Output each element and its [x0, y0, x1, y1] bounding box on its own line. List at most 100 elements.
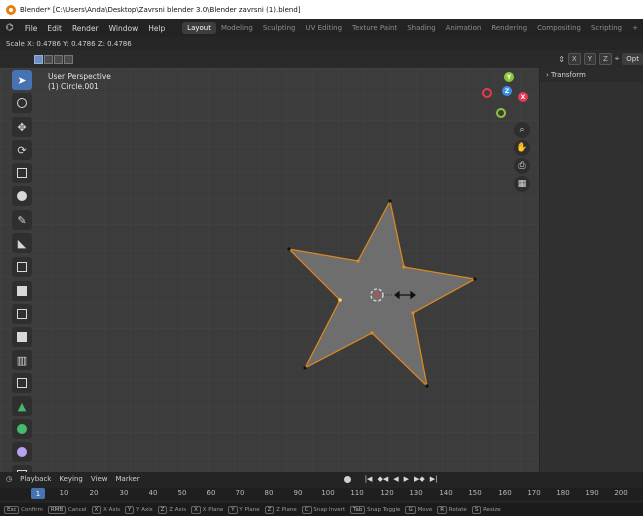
transform-panel-title: Transform — [551, 71, 586, 79]
menu-marker[interactable]: Marker — [115, 475, 139, 483]
status-key: Z — [157, 505, 168, 514]
spin-tool[interactable] — [12, 419, 32, 439]
axis-toggle-y[interactable]: Y — [583, 53, 596, 65]
frame-tick: 70 — [235, 489, 245, 497]
cursor-tool[interactable] — [12, 93, 32, 113]
rotate-tool[interactable]: ⟳ — [12, 140, 32, 160]
tab-layout[interactable]: Layout — [182, 22, 216, 34]
poly-build-tool[interactable]: ▲ — [12, 396, 32, 416]
select-extend-icon[interactable] — [44, 54, 53, 64]
next-keyframe-icon[interactable]: ▶◆ — [414, 475, 425, 483]
menu-playback[interactable]: Playback — [20, 475, 51, 483]
knife-icon — [17, 378, 27, 388]
menu-render[interactable]: Render — [67, 24, 104, 33]
options-button[interactable]: Opt — [622, 53, 643, 65]
inset-tool[interactable] — [12, 304, 32, 324]
cursor-target-icon — [17, 98, 27, 108]
jump-end-icon[interactable]: ▶| — [430, 475, 438, 483]
tab-rendering[interactable]: Rendering — [486, 22, 532, 34]
perspective-grid-icon[interactable]: ▦ — [514, 176, 530, 192]
status-key: Z — [264, 505, 275, 514]
tab-scripting[interactable]: Scripting — [586, 22, 627, 34]
prev-keyframe-icon[interactable]: ◆◀ — [377, 475, 388, 483]
tab-sculpting[interactable]: Sculpting — [258, 22, 301, 34]
select-box-tool[interactable]: ➤ — [12, 70, 32, 90]
status-label: Y Plane — [239, 506, 260, 513]
add-cube-tool[interactable] — [12, 257, 32, 277]
selection-mode-buttons[interactable] — [34, 54, 73, 64]
menu-edit[interactable]: Edit — [42, 24, 67, 33]
status-key: Y — [125, 505, 135, 514]
record-icon[interactable] — [343, 475, 351, 483]
gizmo-neg-x-axis[interactable] — [482, 88, 492, 98]
tab-uv-editing[interactable]: UV Editing — [301, 22, 348, 34]
menu-file[interactable]: File — [20, 24, 43, 33]
transform-panel-header[interactable]: › Transform — [540, 68, 643, 82]
camera-icon[interactable]: ⎙ — [514, 158, 530, 174]
smooth-icon — [17, 447, 27, 457]
move-tool[interactable]: ✥ — [12, 117, 32, 137]
status-item: S Resize — [471, 505, 501, 514]
loop-cut-tool[interactable]: ▥ — [12, 350, 32, 370]
status-item: Tab Snap Toggle — [350, 505, 400, 514]
gizmo-z-axis[interactable]: Z — [502, 86, 512, 96]
blender-menu-icon[interactable]: ⌬ — [4, 22, 16, 34]
jump-start-icon[interactable]: |◀ — [365, 475, 373, 483]
smooth-tool[interactable] — [12, 442, 32, 462]
menu-view[interactable]: View — [91, 475, 108, 483]
shear-tool[interactable] — [12, 465, 32, 472]
axis-toggle-x[interactable]: X — [567, 53, 581, 65]
inset-icon — [17, 309, 27, 319]
menu-keying[interactable]: Keying — [59, 475, 83, 483]
tab-shading[interactable]: Shading — [402, 22, 440, 34]
tab-animation[interactable]: Animation — [441, 22, 487, 34]
frame-tick: 60 — [206, 489, 216, 497]
frame-tick: 170 — [527, 489, 541, 497]
select-new-icon[interactable] — [34, 54, 43, 64]
navigation-gizmo[interactable]: Y Z X — [478, 72, 538, 132]
extrude-tool[interactable] — [12, 281, 32, 301]
gizmo-y-axis[interactable]: Y — [504, 72, 514, 82]
scale-readout-text: Scale X: 0.4786 Y: 0.4786 Z: 0.4786 — [6, 39, 132, 48]
status-item: R Rotate — [437, 505, 467, 514]
scale-icon — [17, 168, 27, 178]
add-workspace-button[interactable]: + — [627, 22, 643, 34]
3d-viewport[interactable]: ➤ ✥ ⟳ ✎ ◣ ▥ ▲ ⌂ User Perspective (1) Cir… — [0, 68, 643, 472]
mirror-icon[interactable]: ⇕ — [558, 55, 565, 64]
measure-tool[interactable]: ◣ — [12, 233, 32, 253]
spin-icon — [17, 424, 27, 434]
annotate-icon: ✎ — [17, 213, 27, 227]
status-key: RMB — [47, 505, 67, 514]
editor-type-icon[interactable]: ◷ — [6, 475, 12, 483]
frame-tick: 130 — [409, 489, 423, 497]
status-label: Y Axis — [136, 506, 153, 513]
status-item: Y Y Axis — [125, 505, 153, 514]
select-subtract-icon[interactable] — [54, 54, 63, 64]
snap-icon[interactable]: ⌖ — [615, 54, 620, 64]
gizmo-neg-y-axis[interactable] — [496, 108, 506, 118]
tab-compositing[interactable]: Compositing — [532, 22, 586, 34]
axis-toggle-z[interactable]: Z — [598, 53, 612, 65]
window-titlebar: Blender* [C:\Users\Anda\Desktop\Zavrsni … — [0, 0, 643, 19]
tab-texture-paint[interactable]: Texture Paint — [347, 22, 402, 34]
bevel-tool[interactable] — [12, 327, 32, 347]
status-label: Resize — [483, 506, 501, 513]
annotate-tool[interactable]: ✎ — [12, 210, 32, 230]
gizmo-x-axis[interactable]: X — [518, 92, 528, 102]
knife-tool[interactable] — [12, 373, 32, 393]
play-icon[interactable]: ▶ — [404, 475, 409, 483]
transform-tool[interactable] — [12, 186, 32, 206]
tab-modeling[interactable]: Modeling — [216, 22, 258, 34]
current-frame-indicator[interactable]: 1 — [31, 488, 45, 499]
viewport-header-right: ⇕ X Y Z ⌖ Opt — [558, 53, 643, 65]
timeline-header: ◷ Playback Keying View Marker |◀ ◆◀ ◀ ▶ … — [0, 472, 643, 486]
menu-help[interactable]: Help — [143, 24, 170, 33]
viewport-info: User Perspective (1) Circle.001 — [48, 72, 111, 92]
menu-window[interactable]: Window — [104, 24, 144, 33]
pan-hand-icon[interactable]: ✋ — [514, 140, 530, 156]
frame-ruler[interactable]: 1 10 20 30 40 50 60 70 80 90 100 110 120… — [0, 488, 643, 500]
select-invert-icon[interactable] — [64, 54, 73, 64]
play-reverse-icon[interactable]: ◀ — [393, 475, 398, 483]
zoom-icon[interactable]: ⌕ — [514, 122, 530, 138]
scale-tool[interactable] — [12, 163, 32, 183]
